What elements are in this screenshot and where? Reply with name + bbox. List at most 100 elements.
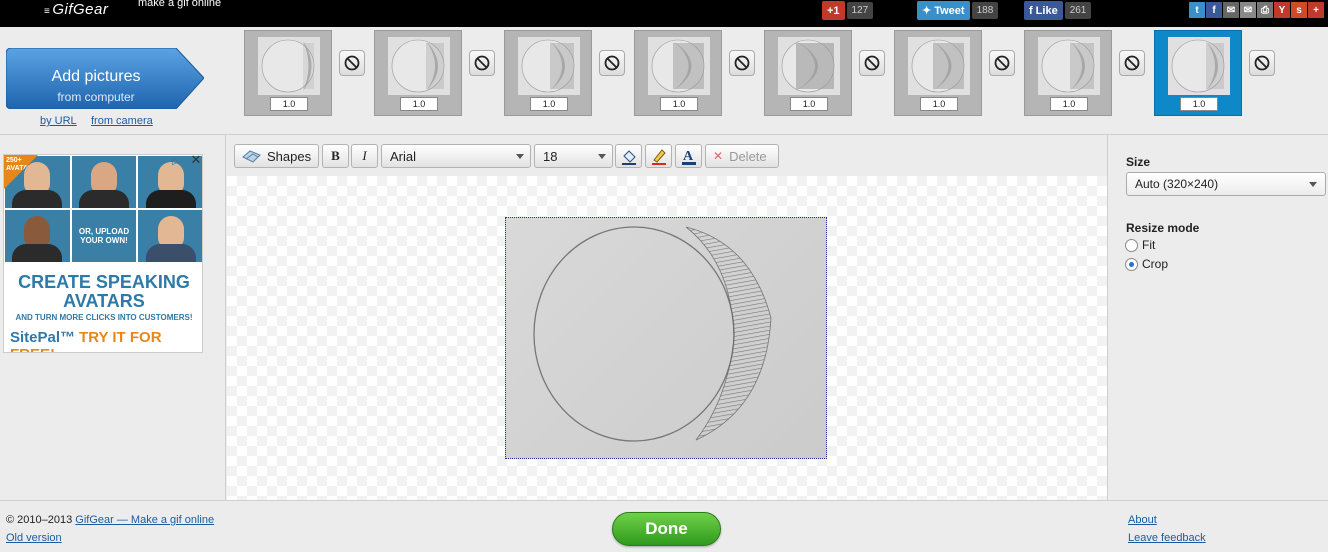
frame-duration-input[interactable]: 1.0 bbox=[530, 97, 568, 111]
frame-image bbox=[1168, 37, 1230, 95]
frame-image bbox=[258, 37, 320, 95]
frame-thumbnail[interactable]: 1.0 bbox=[244, 30, 332, 116]
ad-headline: CREATE SPEAKING AVATARS bbox=[18, 272, 190, 311]
remove-frame-button[interactable] bbox=[1119, 50, 1145, 76]
footer-copyright: © 2010–2013 GifGear — Make a gif online bbox=[6, 514, 214, 526]
like-button[interactable]: f Like bbox=[1024, 1, 1063, 20]
resize-fit-option[interactable]: Fit bbox=[1125, 238, 1155, 252]
ad-subline: AND TURN MORE CLICKS INTO CUSTOMERS! bbox=[15, 313, 193, 322]
leave-feedback-link[interactable]: Leave feedback bbox=[1128, 532, 1206, 544]
no-entry-icon bbox=[474, 55, 490, 71]
remove-frame-button[interactable] bbox=[729, 50, 755, 76]
shapes-label: Shapes bbox=[267, 148, 312, 164]
twitter-icon[interactable]: t bbox=[1189, 2, 1205, 18]
font-size-value: 18 bbox=[543, 148, 558, 164]
shapes-icon bbox=[242, 150, 261, 163]
frame-thumbnail[interactable]: 1.0 bbox=[894, 30, 982, 116]
logo[interactable]: ≡ GifGear bbox=[44, 1, 108, 18]
email-alt-icon[interactable]: ✉ bbox=[1240, 2, 1256, 18]
frame-thumbnail[interactable]: 1.0 bbox=[764, 30, 852, 116]
delete-button[interactable]: ✕ Delete bbox=[705, 144, 779, 168]
remove-frame-button[interactable] bbox=[859, 50, 885, 76]
yahoo-icon[interactable]: Y bbox=[1274, 2, 1290, 18]
frame-thumbnail[interactable]: 1.0 bbox=[1024, 30, 1112, 116]
stumbleupon-icon[interactable]: s bbox=[1291, 2, 1307, 18]
size-value: Auto (320×240) bbox=[1135, 177, 1219, 191]
frame-duration-input[interactable]: 1.0 bbox=[660, 97, 698, 111]
crop-label: Crop bbox=[1142, 257, 1169, 271]
frame-image bbox=[778, 37, 840, 95]
ad-info-icon[interactable]: ▷ bbox=[172, 156, 184, 168]
no-entry-icon bbox=[604, 55, 620, 71]
frame-thumbnail[interactable]: 1.0 bbox=[1154, 30, 1242, 116]
text-color-icon: A bbox=[681, 149, 696, 165]
ad-close-icon[interactable]: ✕ bbox=[189, 153, 203, 167]
print-icon[interactable]: ⎙ bbox=[1257, 2, 1273, 18]
frame-thumbnail[interactable]: 1.0 bbox=[504, 30, 592, 116]
fill-color-button[interactable] bbox=[615, 144, 642, 168]
more-icon[interactable]: + bbox=[1308, 2, 1324, 18]
no-entry-icon bbox=[864, 55, 880, 71]
top-bar: ≡ GifGear make a gif online +1 127 ✦ Tweet… bbox=[0, 0, 1328, 27]
remove-frame-button[interactable] bbox=[989, 50, 1015, 76]
chevron-down-icon bbox=[1309, 181, 1317, 187]
facebook-icon: f bbox=[1029, 4, 1033, 17]
facebook-icon[interactable]: f bbox=[1206, 2, 1222, 18]
facebook-like-widget[interactable]: f Like 261 bbox=[1024, 0, 1092, 21]
frame-duration-input[interactable]: 1.0 bbox=[1180, 97, 1218, 111]
size-select[interactable]: Auto (320×240) bbox=[1126, 172, 1326, 196]
remove-frame-button[interactable] bbox=[339, 50, 365, 76]
share-icons: t f ✉ ✉ ⎙ Y s + bbox=[1189, 2, 1324, 18]
no-entry-icon bbox=[1124, 55, 1140, 71]
avatar-tile bbox=[137, 209, 202, 263]
remove-frame-button[interactable] bbox=[1249, 50, 1275, 76]
by-url-link[interactable]: by URL bbox=[40, 115, 77, 127]
no-entry-icon bbox=[344, 55, 360, 71]
frame-thumbnail[interactable]: 1.0 bbox=[374, 30, 462, 116]
divider bbox=[1107, 134, 1108, 501]
text-color-button[interactable]: A bbox=[675, 144, 702, 168]
remove-frame-button[interactable] bbox=[599, 50, 625, 76]
done-button[interactable]: Done bbox=[612, 512, 721, 546]
google-plus-button[interactable]: +1 bbox=[822, 1, 845, 20]
avatar-grid: OR, UPLOAD YOUR OWN! bbox=[4, 155, 202, 263]
frame-duration-input[interactable]: 1.0 bbox=[270, 97, 308, 111]
frame-duration-input[interactable]: 1.0 bbox=[920, 97, 958, 111]
tweet-button[interactable]: ✦ Tweet bbox=[917, 1, 970, 20]
fit-radio[interactable] bbox=[1125, 238, 1138, 252]
no-entry-icon bbox=[994, 55, 1010, 71]
frame-duration-input[interactable]: 1.0 bbox=[790, 97, 828, 111]
bold-button[interactable]: B bbox=[322, 144, 349, 168]
ad-brand: SitePal™ bbox=[10, 329, 76, 346]
frame-duration-input[interactable]: 1.0 bbox=[400, 97, 438, 111]
shapes-button[interactable]: Shapes bbox=[234, 144, 319, 168]
font-family-select[interactable]: Arial bbox=[381, 144, 531, 168]
add-pictures-button[interactable]: Add pictures from computer bbox=[6, 48, 204, 109]
moon-sketch-image bbox=[533, 226, 772, 442]
sitepal-ad[interactable]: OR, UPLOAD YOUR OWN! 250+ AVATARS CREATE… bbox=[3, 154, 203, 353]
add-pictures-title: Add pictures bbox=[51, 68, 141, 85]
from-camera-link[interactable]: from camera bbox=[91, 115, 153, 127]
tweet-widget[interactable]: ✦ Tweet 188 bbox=[917, 0, 999, 21]
crop-radio[interactable] bbox=[1125, 257, 1138, 271]
ad-footer: SitePal™TRY IT FOR FREE! bbox=[10, 329, 202, 352]
frame-thumbnail[interactable]: 1.0 bbox=[634, 30, 722, 116]
old-version-link[interactable]: Old version bbox=[6, 532, 62, 544]
italic-button[interactable]: I bbox=[351, 144, 378, 168]
email-icon[interactable]: ✉ bbox=[1223, 2, 1239, 18]
resize-crop-option[interactable]: Crop bbox=[1125, 257, 1168, 271]
site-link[interactable]: GifGear — Make a gif online bbox=[75, 514, 214, 526]
about-link[interactable]: About bbox=[1128, 514, 1157, 526]
frame-preview-image[interactable] bbox=[505, 217, 827, 459]
font-family-value: Arial bbox=[390, 148, 417, 164]
twitter-bird-icon: ✦ bbox=[922, 5, 932, 17]
avatar-tile bbox=[4, 209, 71, 263]
stroke-color-button[interactable] bbox=[645, 144, 672, 168]
frame-image bbox=[518, 37, 580, 95]
frame-duration-input[interactable]: 1.0 bbox=[1050, 97, 1088, 111]
font-size-select[interactable]: 18 bbox=[534, 144, 613, 168]
remove-frame-button[interactable] bbox=[469, 50, 495, 76]
google-plus-widget[interactable]: +1 127 bbox=[822, 0, 874, 21]
avatar-tile bbox=[70, 155, 138, 209]
chevron-down-icon bbox=[598, 153, 606, 159]
